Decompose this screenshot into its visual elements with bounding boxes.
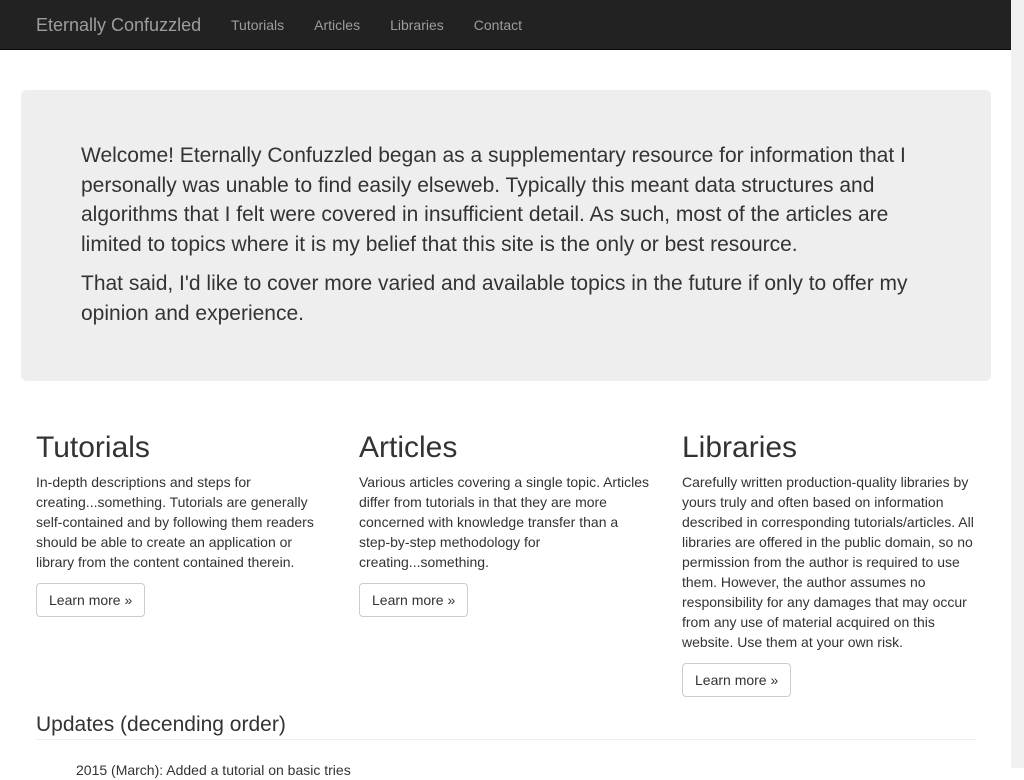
articles-heading: Articles xyxy=(359,431,458,464)
navbar: Eternally Confuzzled Tutorials Articles … xyxy=(0,0,1011,50)
articles-learn-more-button[interactable]: Learn more » xyxy=(359,583,469,617)
libraries-description: Carefully written production-quality lib… xyxy=(682,474,974,650)
articles-description: Various articles covering a single topic… xyxy=(359,474,649,570)
nav-link-libraries[interactable]: Libraries xyxy=(375,0,459,50)
tutorials-column: Tutorials In-depth descriptions and step… xyxy=(36,428,328,617)
welcome-jumbotron: Welcome! Eternally Confuzzled began as a… xyxy=(21,90,991,381)
updates-heading: Updates (decending order) xyxy=(36,713,286,736)
nav-link-tutorials[interactable]: Tutorials xyxy=(216,0,299,50)
tutorials-heading: Tutorials xyxy=(36,431,150,464)
page-scrollbar[interactable] xyxy=(1011,0,1024,768)
nav-links: Tutorials Articles Libraries Contact xyxy=(216,0,537,50)
updates-list: 2015 (March): Added a tutorial on basic … xyxy=(36,760,351,780)
updates-divider xyxy=(36,739,976,740)
future-topics-paragraph: That said, I'd like to cover more varied… xyxy=(81,272,908,325)
libraries-learn-more-button[interactable]: Learn more » xyxy=(682,663,792,697)
tutorials-learn-more-button[interactable]: Learn more » xyxy=(36,583,146,617)
libraries-heading: Libraries xyxy=(682,431,798,464)
tutorials-description: In-depth descriptions and steps for crea… xyxy=(36,474,314,570)
brand-link[interactable]: Eternally Confuzzled xyxy=(36,13,201,37)
nav-link-articles[interactable]: Articles xyxy=(299,0,375,50)
welcome-paragraph: Welcome! Eternally Confuzzled began as a… xyxy=(81,144,906,256)
articles-column: Articles Various articles covering a sin… xyxy=(359,428,651,617)
nav-link-contact[interactable]: Contact xyxy=(459,0,537,50)
update-item: 2015 (March): Added a tutorial on basic … xyxy=(76,762,351,778)
libraries-column: Libraries Carefully written production-q… xyxy=(682,428,978,697)
